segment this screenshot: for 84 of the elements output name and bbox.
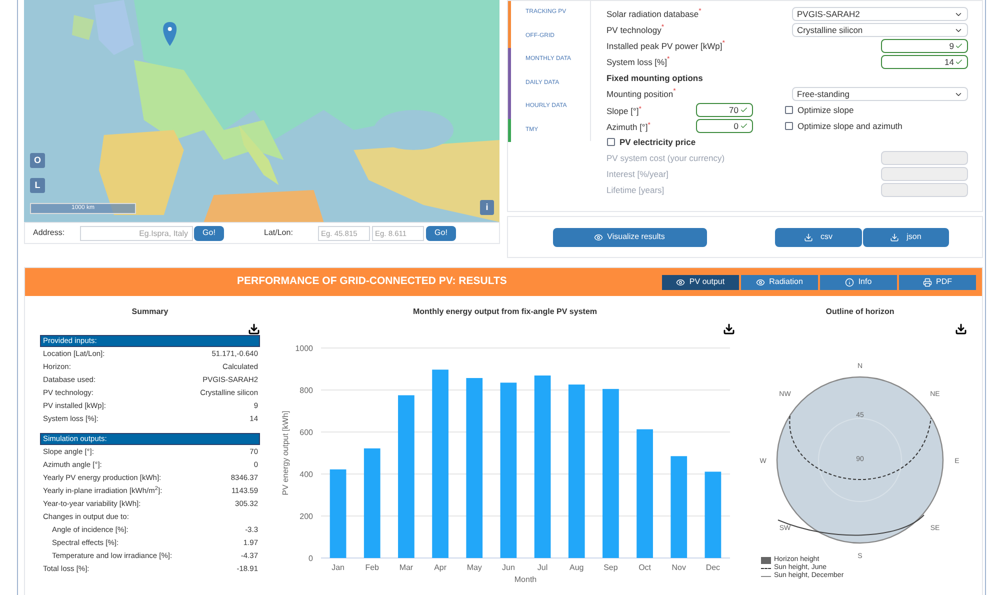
select-field[interactable]: Free-standing — [792, 87, 968, 101]
input-field[interactable]: 9 — [881, 39, 968, 53]
download-icon — [804, 232, 812, 242]
field-label: Azimuth [°]$^{*}$ — [606, 122, 650, 132]
axis-tick-label: May — [466, 563, 482, 572]
field-label: Slope [°]$^{*}$ — [606, 106, 642, 116]
eye-icon — [594, 232, 604, 242]
axis-title: PV energy output [kWh] — [281, 410, 290, 496]
checkbox-label: Optimize slope — [798, 104, 854, 116]
map-control-button[interactable]: L — [30, 178, 45, 193]
axis-tick-label: 0 — [308, 554, 313, 563]
axis-tick-label: 200 — [300, 512, 313, 521]
download-icon[interactable] — [248, 323, 260, 335]
required-marker: * — [722, 40, 725, 48]
info-button[interactable]: i — [480, 200, 494, 215]
eye-icon — [676, 278, 686, 286]
checkbox[interactable] — [784, 122, 792, 130]
results-tab[interactable]: Radiation — [741, 274, 818, 290]
field-label: Lifetime [years] — [606, 184, 664, 196]
required-marker: * — [661, 24, 664, 32]
axis-tick-label: Sep — [604, 563, 618, 572]
chart-title: Outline of horizon — [824, 306, 896, 318]
axis-tick-label: Jan — [332, 563, 344, 572]
field-label: Mounting position$^{*}$ — [606, 88, 676, 100]
panel-title: Summary — [130, 306, 170, 318]
input-field[interactable] — [881, 183, 968, 197]
visualize-button[interactable]: Visualize results — [552, 228, 706, 246]
legend-swatch — [761, 556, 771, 564]
required-marker: * — [648, 122, 650, 128]
printer-icon — [923, 278, 932, 286]
axis-tick-label: 400 — [300, 470, 313, 479]
section-heading: Fixed mounting options — [606, 72, 703, 84]
field-label: Lat/Lon: — [264, 227, 294, 239]
axis-tick-label: 800 — [300, 386, 313, 395]
results-tab[interactable]: Info — [820, 274, 897, 290]
info-icon — [845, 278, 854, 286]
axis-title: Month — [514, 575, 537, 584]
field-label: Solar radiation database$^{*}$ — [606, 8, 702, 20]
axis-tick-label: 1000 — [295, 344, 313, 353]
required-marker: * — [673, 88, 676, 96]
checkbox-label: Optimize slope and azimuth — [798, 120, 902, 132]
eye-icon — [756, 278, 766, 286]
go-button[interactable]: Go! — [426, 226, 456, 240]
axis-tick-label: Aug — [570, 563, 584, 572]
input-field[interactable]: 0 — [696, 119, 752, 133]
checkbox[interactable] — [606, 138, 614, 146]
field-label: Installed peak PV power [kWp]$^{*}$ — [606, 40, 725, 52]
download-icon[interactable] — [723, 323, 735, 335]
input-field[interactable] — [881, 151, 968, 165]
axis-tick-label: Jul — [537, 563, 548, 572]
field-label: PV technology$^{*}$ — [606, 24, 664, 36]
address-field[interactable]: Eg.Ispra, Italy — [80, 226, 193, 240]
axis-tick-label: Jun — [502, 563, 515, 572]
axis-tick-label: Apr — [434, 563, 447, 572]
json-download-button[interactable]: json — [862, 228, 948, 246]
required-marker: * — [666, 56, 670, 64]
map-control-button[interactable]: O — [30, 153, 45, 168]
checkbox[interactable] — [784, 106, 792, 114]
download-icon — [890, 232, 899, 242]
field-label: Interest [%/year] — [606, 168, 668, 180]
axis-tick-label: Mar — [399, 563, 414, 572]
required-marker: * — [698, 8, 702, 16]
field-label: PV system cost (your currency) — [606, 152, 725, 164]
results-tab[interactable]: PDF — [899, 274, 976, 290]
required-marker: * — [638, 106, 642, 112]
checkbox-label: PV electricity price — [620, 136, 696, 148]
axis-tick-label: Dec — [706, 563, 720, 572]
axis-tick-label: Nov — [672, 563, 686, 572]
go-button[interactable]: Go! — [194, 226, 224, 240]
results-title: PERFORMANCE OF GRID-CONNECTED PV: RESULTS — [237, 274, 507, 290]
csv-download-button[interactable]: csv — [774, 228, 862, 246]
input-field[interactable] — [881, 167, 968, 181]
chart-title: Monthly energy output from fix-angle PV system — [412, 306, 598, 318]
axis-tick-label: 600 — [300, 428, 313, 437]
axis-tick-label: Feb — [365, 563, 380, 572]
select-field[interactable]: PVGIS-SARAH2 — [792, 7, 968, 21]
field-label: System loss [%]$^{*}$ — [606, 56, 670, 68]
field-label: Address: — [33, 227, 66, 239]
input-field[interactable]: 70 — [696, 103, 752, 117]
results-tab[interactable]: PV output — [662, 274, 739, 290]
download-icon[interactable] — [955, 323, 967, 335]
input-field[interactable]: 14 — [881, 55, 968, 69]
axis-tick-label: Oct — [638, 563, 652, 572]
select-field[interactable]: Crystalline silicon — [792, 23, 968, 37]
